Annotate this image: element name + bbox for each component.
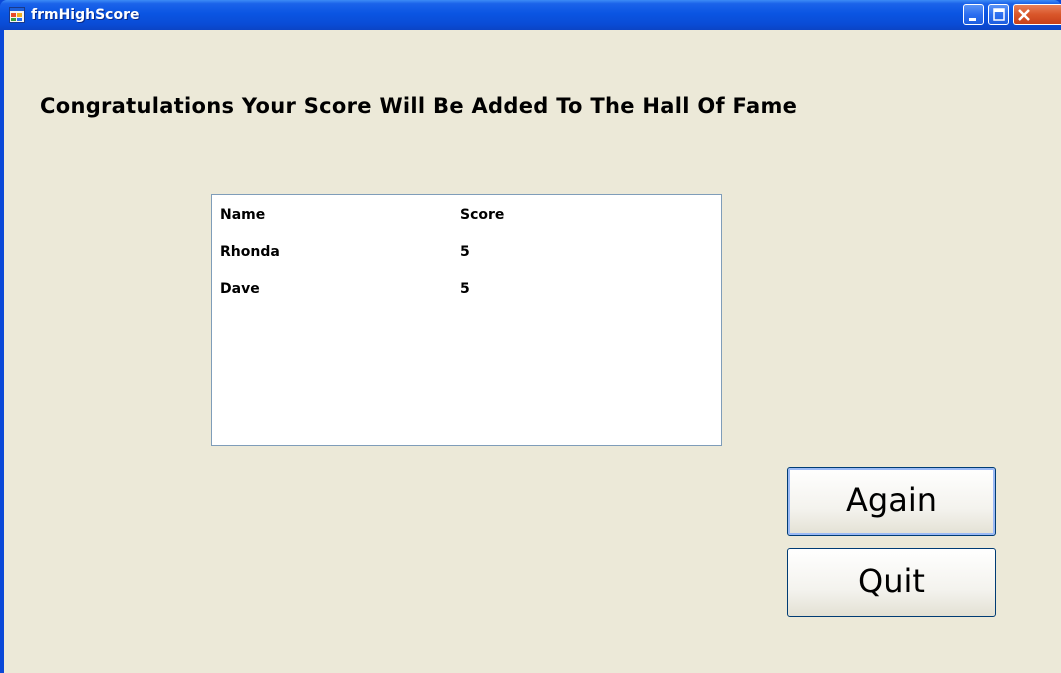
- close-button[interactable]: [1013, 4, 1061, 25]
- list-item[interactable]: Dave 5: [220, 277, 710, 301]
- maximize-button[interactable]: [988, 4, 1009, 25]
- score-column-header: Score: [460, 207, 505, 223]
- player-name: Dave: [220, 281, 260, 297]
- name-column-header: Name: [220, 207, 266, 223]
- close-icon: [1018, 9, 1030, 21]
- minimize-button[interactable]: [963, 4, 984, 25]
- player-score: 5: [460, 244, 470, 260]
- player-name: Rhonda: [220, 244, 280, 260]
- list-item[interactable]: Rhonda 5: [220, 240, 710, 264]
- minimize-icon: [969, 18, 976, 21]
- app-window-icon: [9, 7, 25, 23]
- high-score-window: frmHighScore Congratulations Your Score …: [0, 0, 1061, 673]
- congratulations-heading: Congratulations Your Score Will Be Added…: [40, 94, 798, 118]
- high-score-list[interactable]: Name Score Rhonda 5 Dave 5: [211, 194, 722, 446]
- title-bar[interactable]: frmHighScore: [0, 0, 1061, 30]
- maximize-icon: [993, 8, 1005, 21]
- list-header-row: Name Score: [220, 203, 710, 227]
- form-client-area: Congratulations Your Score Will Be Added…: [4, 30, 1061, 673]
- player-score: 5: [460, 281, 470, 297]
- quit-button[interactable]: Quit: [787, 548, 996, 617]
- window-title: frmHighScore: [31, 7, 140, 23]
- again-button[interactable]: Again: [787, 467, 996, 536]
